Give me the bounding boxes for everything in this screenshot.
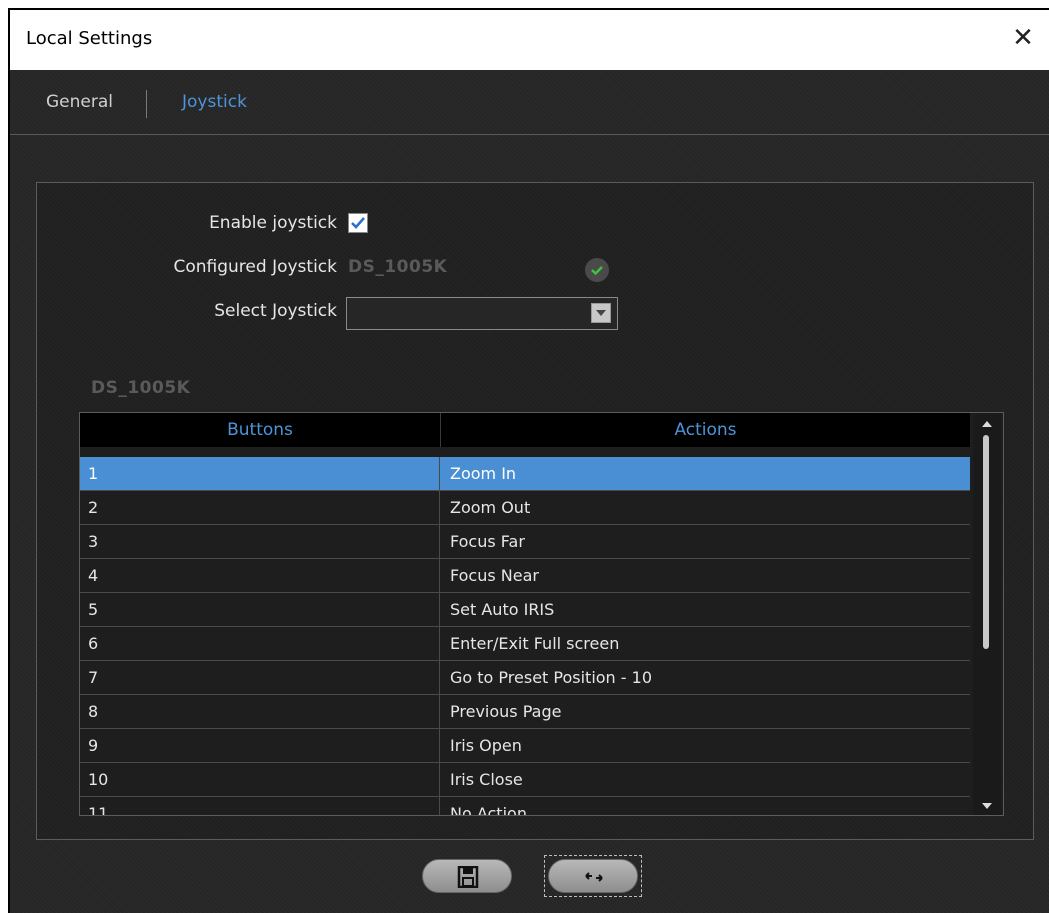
action-cell: Go to Preset Position - 10 (450, 668, 652, 687)
action-cell: Focus Far (450, 532, 525, 551)
check-circle-icon (585, 258, 609, 282)
local-settings-window: Local Settings ✕ General Joystick Enable… (8, 8, 1049, 913)
table-body: 1 Zoom In 2 Zoom Out 3 Focus Far 4 Focus Near 5 S… (80, 457, 970, 816)
button-number-cell: 2 (80, 491, 440, 524)
button-number-cell: 8 (80, 695, 440, 728)
table-row[interactable]: 5 Set Auto IRIS (80, 593, 970, 627)
table-row[interactable]: 7 Go to Preset Position - 10 (80, 661, 970, 695)
select-joystick-label: Select Joystick (214, 301, 337, 321)
close-icon[interactable]: ✕ (1005, 18, 1041, 58)
table-row[interactable]: 2 Zoom Out (80, 491, 970, 525)
dialog-content: General Joystick Enable joystick Configu… (10, 70, 1049, 913)
action-cell: Zoom In (450, 464, 517, 483)
enable-joystick-label: Enable joystick (209, 213, 337, 233)
action-cell: Focus Near (450, 566, 539, 585)
action-cell: Zoom Out (450, 498, 531, 517)
window-title: Local Settings (26, 28, 153, 49)
button-number-cell: 7 (80, 661, 440, 694)
table-row[interactable]: 8 Previous Page (80, 695, 970, 729)
table-header: Buttons Actions (80, 413, 970, 447)
button-number-cell: 9 (80, 729, 440, 762)
button-number-cell: 4 (80, 559, 440, 592)
scroll-thumb[interactable] (983, 435, 989, 649)
button-number-cell: 10 (80, 763, 440, 796)
refresh-icon (585, 872, 603, 882)
table-row[interactable]: 6 Enter/Exit Full screen (80, 627, 970, 661)
joystick-panel: Enable joystick Configured Joystick DS_1… (36, 182, 1034, 840)
enable-joystick-checkbox[interactable] (348, 213, 368, 233)
save-icon (457, 866, 479, 888)
chevron-down-icon[interactable] (591, 303, 611, 323)
select-joystick-dropdown[interactable] (346, 297, 618, 330)
title-bar: Local Settings ✕ (10, 10, 1049, 70)
table-row[interactable]: 1 Zoom In (80, 457, 970, 491)
action-cell: Iris Open (450, 736, 522, 755)
scroll-down-icon[interactable] (982, 803, 992, 809)
button-number-cell: 5 (80, 593, 440, 626)
table-scrollbar[interactable] (973, 413, 1001, 815)
action-cell: Set Auto IRIS (450, 600, 555, 619)
save-button[interactable] (422, 859, 512, 893)
tab-divider (146, 90, 147, 118)
column-header-actions[interactable]: Actions (441, 413, 970, 447)
tab-joystick[interactable]: Joystick (182, 92, 247, 112)
action-cell: Enter/Exit Full screen (450, 634, 620, 653)
action-cell: Previous Page (450, 702, 562, 721)
tab-bar: General Joystick (10, 70, 1049, 135)
joystick-model-title: DS_1005K (91, 378, 191, 398)
button-mapping-table: Buttons Actions 1 Zoom In 2 Zoom Out 3 Focus … (79, 412, 1004, 816)
refresh-button[interactable] (548, 859, 638, 893)
action-cell: Iris Close (450, 770, 523, 789)
table-row[interactable]: 9 Iris Open (80, 729, 970, 763)
button-number-cell: 6 (80, 627, 440, 660)
scroll-up-icon[interactable] (982, 421, 992, 427)
button-number-cell: 11 (80, 797, 440, 815)
checkmark-icon (351, 217, 365, 229)
button-number-cell: 1 (80, 457, 440, 490)
action-cell: No Action (450, 804, 527, 816)
tab-general[interactable]: General (46, 92, 113, 112)
table-row[interactable]: 10 Iris Close (80, 763, 970, 797)
column-header-buttons[interactable]: Buttons (80, 413, 441, 447)
table-row[interactable]: 4 Focus Near (80, 559, 970, 593)
table-row[interactable]: 3 Focus Far (80, 525, 970, 559)
button-number-cell: 3 (80, 525, 440, 558)
table-row[interactable]: 11 No Action (80, 797, 970, 816)
configured-joystick-value: DS_1005K (348, 257, 448, 277)
configured-joystick-label: Configured Joystick (173, 257, 337, 277)
